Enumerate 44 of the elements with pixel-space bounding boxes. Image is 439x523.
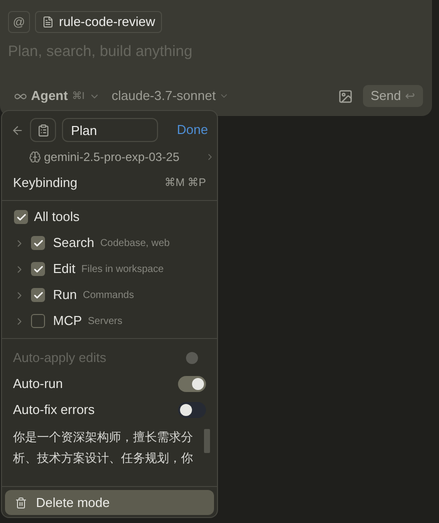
checkbox[interactable]: [31, 314, 45, 328]
check-icon: [16, 212, 26, 222]
brain-icon: [29, 151, 41, 163]
mode-label: Agent: [31, 87, 68, 106]
setting-label: Auto-run: [13, 375, 63, 394]
done-button[interactable]: Done: [176, 120, 208, 140]
keybinding-label: Keybinding: [13, 174, 78, 192]
trash-icon: [15, 496, 27, 508]
mode-name-field[interactable]: Plan: [62, 118, 158, 142]
tool-description: Servers: [88, 314, 122, 328]
all-tools-label: All tools: [34, 208, 80, 226]
clipboard-icon: [36, 124, 50, 136]
back-icon[interactable]: [11, 124, 24, 136]
check-icon: [32, 238, 44, 248]
tool-description: Commands: [82, 288, 134, 302]
check-icon: [32, 264, 44, 274]
context-chip[interactable]: rule-code-review: [35, 11, 162, 33]
image-icon[interactable]: [338, 88, 353, 104]
checkbox[interactable]: [31, 288, 45, 302]
tool-label: Run: [53, 286, 77, 304]
scrollbar: [204, 429, 210, 453]
checkbox[interactable]: [31, 262, 45, 276]
clipboard-button[interactable]: [30, 118, 56, 142]
checkbox[interactable]: [14, 210, 28, 224]
tool-label: Edit: [53, 260, 76, 278]
send-button[interactable]: Send ↩: [362, 85, 423, 107]
shortcut-label: ⌘I: [72, 90, 85, 104]
tool-description: Codebase, web: [100, 236, 170, 250]
tool-label: MCP: [53, 312, 82, 330]
delete-mode-button[interactable]: Delete mode: [5, 490, 214, 515]
setting-label: Auto-fix errors: [13, 401, 95, 420]
keybinding-keys[interactable]: ⌘M ⌘P: [164, 174, 206, 192]
mode-dropdown[interactable]: Agent ⌘I: [8, 86, 106, 106]
check-icon: [32, 290, 44, 300]
instructions-text: 你是一个资深架构师，擅长需求分析、技术方案设计、任务规划，你: [13, 429, 194, 467]
mention-button[interactable]: @: [8, 11, 30, 33]
toggle-switch[interactable]: [178, 402, 206, 418]
file-icon: [42, 16, 54, 28]
model-selector[interactable]: gemini-2.5-pro-exp-03-25: [2, 144, 217, 170]
model-dropdown[interactable]: claude-3.7-sonnet: [112, 86, 229, 106]
checkbox[interactable]: [31, 236, 45, 250]
tool-description: Files in workspace: [81, 262, 164, 276]
tool-label: Search: [53, 234, 94, 252]
toggle-switch[interactable]: [178, 376, 206, 392]
